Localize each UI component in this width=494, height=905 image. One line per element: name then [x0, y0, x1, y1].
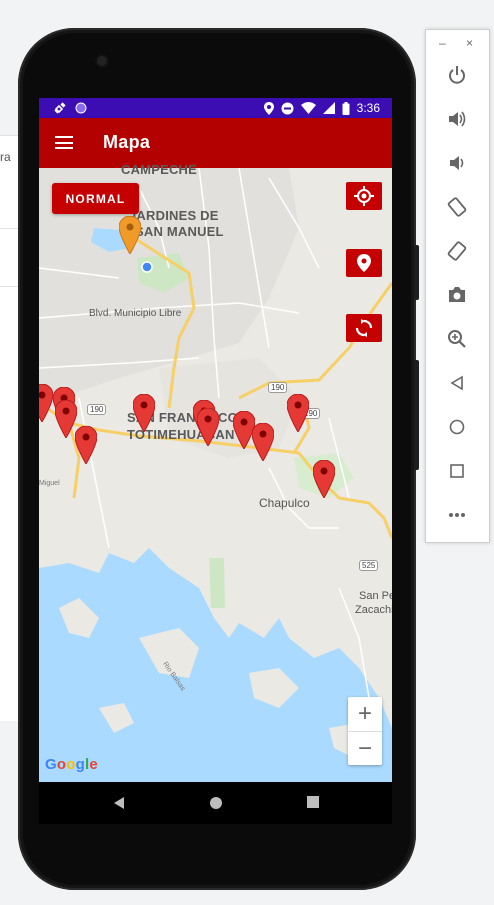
- highway-shield-525: 525: [359, 560, 379, 571]
- map-label-campeche: CAMPECHE: [121, 162, 197, 177]
- map-label-miguel: Miguel: [39, 480, 60, 487]
- map-marker-icon[interactable]: [55, 400, 77, 438]
- signal-icon: [322, 102, 335, 114]
- power-icon: [449, 66, 465, 84]
- zoom-out-button[interactable]: −: [348, 732, 382, 766]
- app-bar: Mapa: [39, 118, 392, 168]
- map-marker-icon[interactable]: [197, 408, 219, 446]
- rotate-left-button[interactable]: [444, 194, 470, 220]
- camera-icon: [449, 287, 465, 302]
- overview-square-icon: [450, 464, 464, 478]
- rotate-right-icon: [447, 241, 467, 261]
- minimize-button[interactable]: –: [439, 36, 446, 50]
- map-label-san-pedro: San Pe: [359, 590, 392, 602]
- rotate-left-icon: [447, 197, 467, 217]
- status-time: 3:36: [356, 101, 380, 115]
- map-view[interactable]: CAMPECHE JARDINES DE SAN MANUEL Blvd. Mu…: [39, 162, 392, 782]
- wifi-icon: [300, 102, 316, 114]
- background-text: ra: [0, 150, 11, 164]
- map-marker-icon[interactable]: [39, 384, 53, 422]
- map-label-jardines: JARDINES DE: [129, 208, 219, 223]
- volume-down-icon: [450, 156, 464, 170]
- phone-screen: 3:36 Mapa CAMPECHE JARDINES DE SAN MANUE…: [39, 98, 392, 782]
- zoom-icon: [448, 330, 466, 348]
- add-marker-button[interactable]: [346, 249, 382, 277]
- close-button[interactable]: ×: [466, 36, 473, 50]
- rotate-right-button[interactable]: [444, 238, 470, 264]
- map-label-blvd: Blvd. Municipio Libre: [89, 308, 182, 319]
- map-label-san-manuel: SAN MANUEL: [135, 224, 224, 239]
- volume-up-button[interactable]: [444, 106, 470, 132]
- volume-up-icon: [449, 111, 466, 127]
- page-title: Mapa: [103, 132, 151, 152]
- sync-icon: [355, 319, 373, 337]
- highway-shield-190: 190: [87, 404, 107, 415]
- google-logo: Google: [45, 756, 98, 773]
- more-icon: [449, 513, 465, 517]
- map-label-chapulco: Chapulco: [259, 496, 310, 510]
- power-button[interactable]: [444, 62, 470, 88]
- zoom-button[interactable]: [444, 326, 470, 352]
- place-icon: [357, 254, 371, 272]
- battery-icon: [342, 101, 350, 115]
- volume-down-button[interactable]: [444, 150, 470, 176]
- notification-dot-icon: [75, 102, 87, 114]
- emulator-toolbar: – ×: [425, 29, 490, 543]
- my-location-button[interactable]: [346, 182, 382, 210]
- recents-icon[interactable]: [307, 796, 319, 808]
- location-icon: [263, 101, 274, 115]
- map-marker-icon[interactable]: [313, 460, 335, 498]
- do-not-disturb-icon: [281, 102, 294, 114]
- phone-side-button: [414, 245, 419, 300]
- map-marker-icon[interactable]: [133, 394, 155, 432]
- status-bar: 3:36: [39, 98, 392, 118]
- front-camera: [97, 56, 107, 66]
- satellite-icon: [54, 102, 66, 114]
- user-pin-icon[interactable]: [119, 216, 141, 254]
- map-marker-icon[interactable]: [75, 426, 97, 464]
- more-button[interactable]: [444, 502, 470, 528]
- map-label-zacachi: Zacachi: [355, 604, 392, 616]
- highway-shield-190: 190: [268, 382, 288, 393]
- home-icon[interactable]: [209, 796, 223, 810]
- park: [209, 558, 225, 608]
- back-triangle-icon: [450, 375, 463, 391]
- back-icon[interactable]: [113, 796, 125, 810]
- navigation-bar: [39, 782, 392, 824]
- zoom-controls: + −: [348, 697, 382, 765]
- crosshair-icon: [354, 186, 374, 206]
- map-marker-icon[interactable]: [252, 423, 274, 461]
- back-button[interactable]: [444, 370, 470, 396]
- screenshot-button[interactable]: [444, 282, 470, 308]
- map-canvas: [39, 168, 392, 782]
- refresh-button[interactable]: [346, 314, 382, 342]
- map-type-button[interactable]: NORMAL: [52, 183, 139, 214]
- map-marker-icon[interactable]: [287, 394, 309, 432]
- phone-volume-button: [414, 360, 419, 470]
- overview-button[interactable]: [444, 458, 470, 484]
- current-location-dot: [141, 261, 153, 273]
- menu-icon[interactable]: [55, 136, 73, 149]
- home-circle-icon: [449, 419, 465, 435]
- zoom-in-button[interactable]: +: [348, 697, 382, 731]
- home-button[interactable]: [444, 414, 470, 440]
